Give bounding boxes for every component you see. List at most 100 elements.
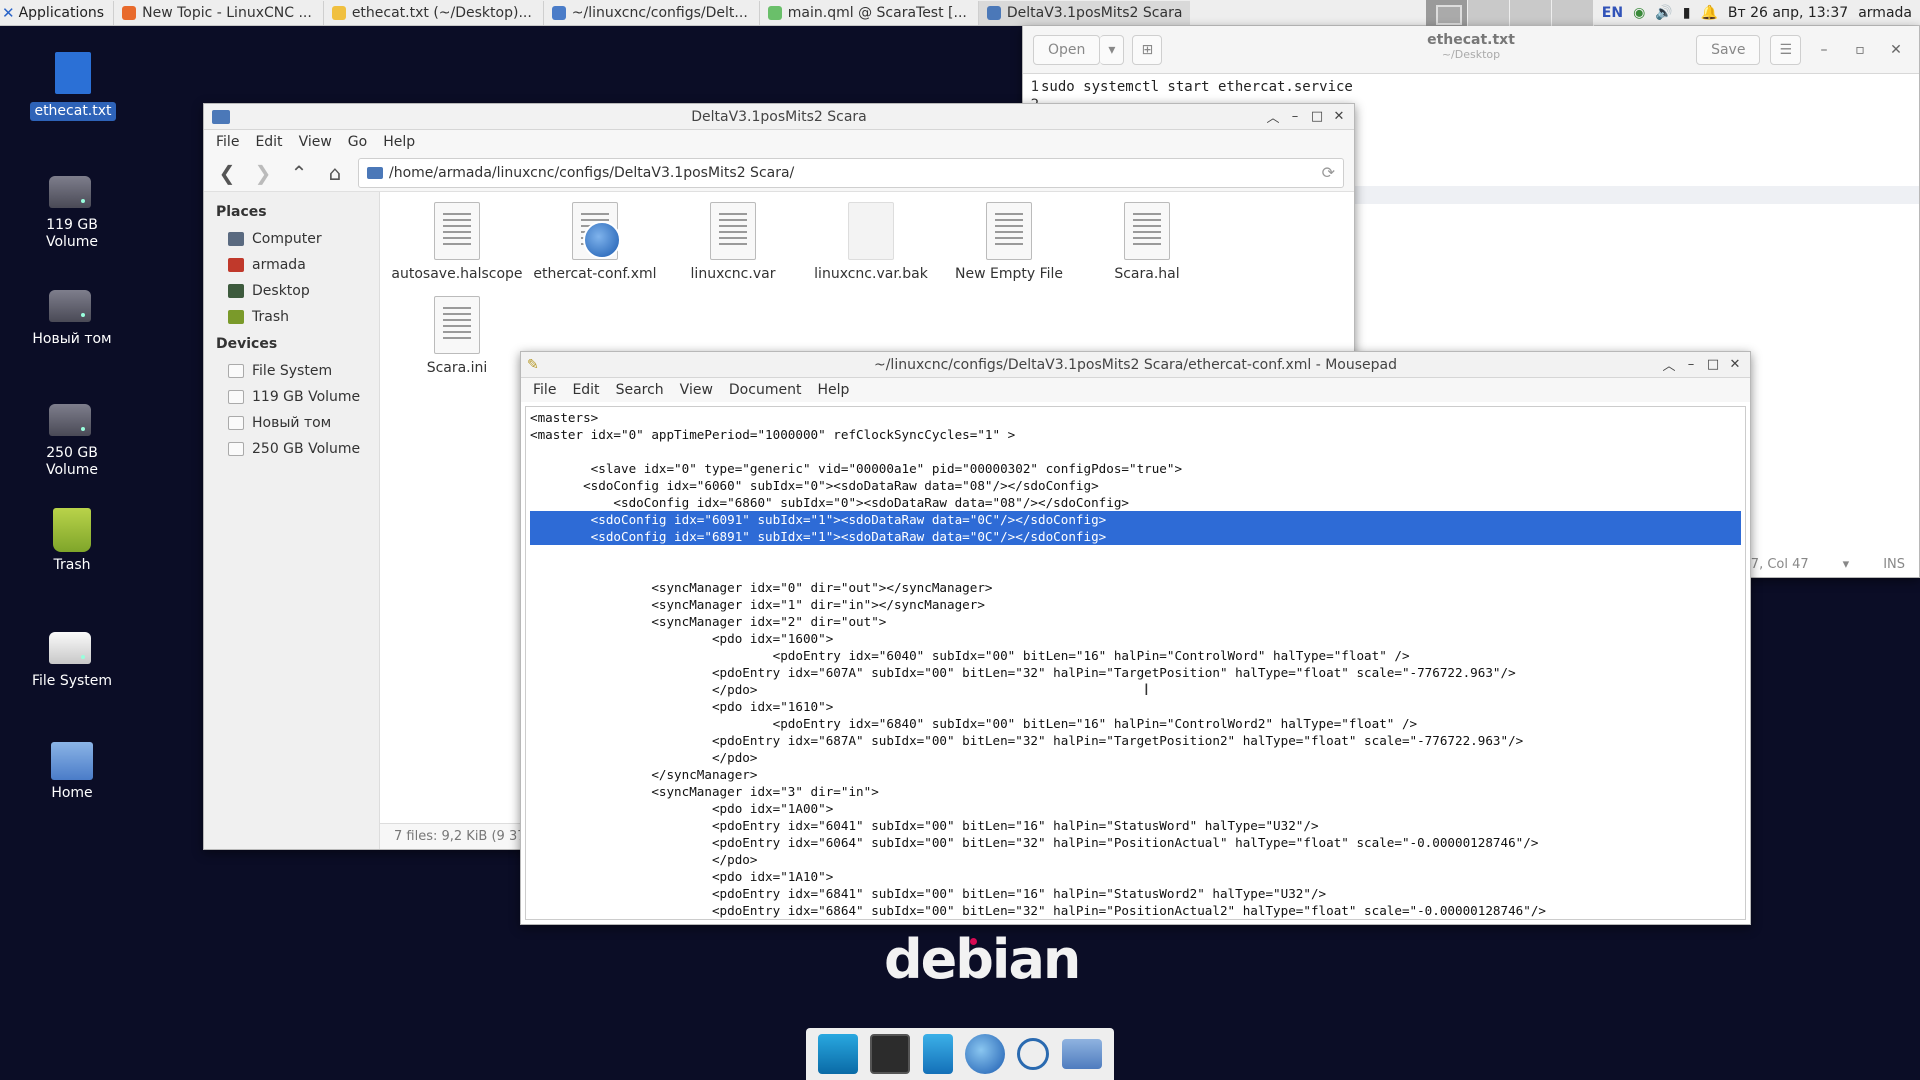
back-icon[interactable]: ❮ [214,161,240,185]
hamburger-menu-icon[interactable]: ☰ [1770,34,1801,65]
menu-document[interactable]: Document [723,382,808,398]
shade-icon[interactable]: ︿ [1660,356,1678,374]
desktop-icon-file-system[interactable]: File System [20,622,124,691]
sidebar-device-item[interactable]: 119 GB Volume [216,384,379,410]
location-bar[interactable]: /home/armada/linuxcnc/configs/DeltaV3.1p… [358,157,1344,188]
line-text: sudo systemctl start ethercat.service [1041,79,1353,95]
menu-view[interactable]: View [293,134,338,150]
drive-icon [228,390,244,404]
forward-icon[interactable]: ❯ [250,161,276,185]
file-item[interactable]: Scara.hal [1078,202,1216,296]
save-button[interactable]: Save [1696,34,1761,65]
applications-label: Applications [18,4,105,21]
app-finder-icon[interactable] [1017,1038,1050,1070]
workspace-switcher [1425,0,1594,26]
code-line: <pdoEntry idx="607A" subIdx="00" bitLen=… [530,665,1516,680]
close-icon[interactable]: ✕ [1330,108,1348,126]
taskbar-button[interactable]: DeltaV3.1posMits2 Scara [977,0,1191,25]
menu-view[interactable]: View [674,382,719,398]
desktop-icon-novyi-tom[interactable]: Новый том [20,280,124,349]
desktop-icon-ethecat-txt[interactable]: ethecat.txt [21,52,125,121]
close-icon[interactable]: ✕ [1726,356,1744,374]
maximize-icon[interactable]: □ [1308,108,1326,126]
cursor-position[interactable]: 7, Col 47 [1751,557,1809,572]
home-icon[interactable]: ⌂ [322,161,348,185]
taskbar-button[interactable]: ~/linuxcnc/configs/Delt... [542,0,756,25]
sidebar-device-item[interactable]: File System [216,358,379,384]
chevron-down-icon[interactable]: ▾ [1843,557,1850,572]
keyboard-layout-indicator[interactable]: EN [1602,5,1623,21]
maximize-icon[interactable]: ▫ [1847,42,1873,58]
sidebar: Places Computer armada Desktop Trash Device… [204,192,380,849]
taskbar-button[interactable]: main.qml @ ScaraTest [... [758,0,975,25]
volume-icon[interactable]: 🔊 [1655,5,1672,21]
location-path: /home/armada/linuxcnc/configs/DeltaV3.1p… [389,164,795,181]
file-item[interactable]: linuxcnc.var.bak [802,202,940,296]
battery-icon[interactable]: ▮ [1683,5,1691,21]
notifications-icon[interactable]: 🔔 [1700,5,1717,21]
user-menu[interactable]: armada [1858,5,1912,21]
menu-edit[interactable]: Edit [566,382,605,398]
trash-icon [53,508,91,552]
clock[interactable]: Вт 26 апр, 13:37 [1728,5,1848,21]
menu-file[interactable]: File [210,134,245,150]
sidebar-item-desktop[interactable]: Desktop [216,278,379,304]
file-name: linuxcnc.var.bak [814,266,928,282]
file-item[interactable]: linuxcnc.var [664,202,802,296]
minimize-icon[interactable]: – [1682,356,1700,374]
parent-folder-icon[interactable]: ⌃ [286,161,312,185]
folder-icon [367,166,383,179]
maximize-icon[interactable]: □ [1704,356,1722,374]
minimize-icon[interactable]: – [1811,42,1837,58]
menu-help[interactable]: Help [377,134,421,150]
web-browser-icon[interactable] [965,1034,1006,1074]
open-menu-chevron-icon[interactable]: ▾ [1100,34,1125,65]
window-app-icon [767,5,782,20]
menu-edit[interactable]: Edit [249,134,288,150]
desktop-icon-119gb-volume[interactable]: 119 GB Volume [20,166,124,252]
workspace-3[interactable] [1509,0,1552,26]
workspace-1[interactable] [1425,0,1468,26]
file-manager-icon[interactable] [922,1034,953,1074]
new-tab-icon[interactable]: ⊞ [1132,34,1163,65]
folder-icon[interactable] [1061,1039,1102,1069]
code-editor[interactable]: <masters> <master idx="0" appTimePeriod="… [525,406,1746,920]
file-item[interactable]: autosave.halscope [388,202,526,296]
menu-help[interactable]: Help [811,382,855,398]
window-app-icon [551,5,566,20]
show-desktop-icon[interactable] [818,1034,859,1074]
file-item[interactable]: Scara.ini [388,296,526,390]
file-item[interactable]: ethercat-conf.xml [526,202,664,296]
shade-icon[interactable]: ︿ [1264,108,1282,126]
computer-icon [228,232,244,246]
sidebar-item-armada[interactable]: armada [216,252,379,278]
system-tray: EN ◉ 🔊 ▮ 🔔 Вт 26 апр, 13:37 armada [1594,0,1920,26]
workspace-2[interactable] [1467,0,1510,26]
code-line: <sdoConfig idx="6060" subIdx="0"><sdoDat… [530,478,1099,493]
taskbar-button[interactable]: ethecat.txt (~/Desktop)... [322,0,540,25]
file-item[interactable]: New Empty File [940,202,1078,296]
terminal-icon[interactable] [870,1034,911,1074]
code-line: <slave idx="0" type="generic" vid="00000… [530,461,1183,476]
taskbar-button[interactable]: New Topic - LinuxCNC ... [113,0,320,25]
menu-go[interactable]: Go [342,134,373,150]
desktop-icon-home[interactable]: Home [20,736,124,803]
close-icon[interactable]: ✕ [1883,42,1909,58]
applications-menu-button[interactable]: ✕ Applications [0,0,110,26]
desktop-icon-250gb-volume[interactable]: 250 GB Volume [20,394,124,480]
reload-icon[interactable]: ⟳ [1322,163,1335,182]
desktop-icon-label: Новый том [32,331,112,347]
insert-mode[interactable]: INS [1883,557,1905,572]
workspace-4[interactable] [1551,0,1594,26]
menu-search[interactable]: Search [610,382,670,398]
menu-file[interactable]: File [527,382,562,398]
open-button[interactable]: Open [1033,34,1101,65]
minimize-icon[interactable]: – [1286,108,1304,126]
sidebar-device-item[interactable]: 250 GB Volume [216,436,379,462]
sidebar-item-computer[interactable]: Computer [216,226,379,252]
desktop-icon-trash[interactable]: Trash [20,508,124,575]
sidebar-device-item[interactable]: Новый том [216,410,379,436]
network-icon[interactable]: ◉ [1633,5,1645,21]
sidebar-item-trash[interactable]: Trash [216,304,379,330]
